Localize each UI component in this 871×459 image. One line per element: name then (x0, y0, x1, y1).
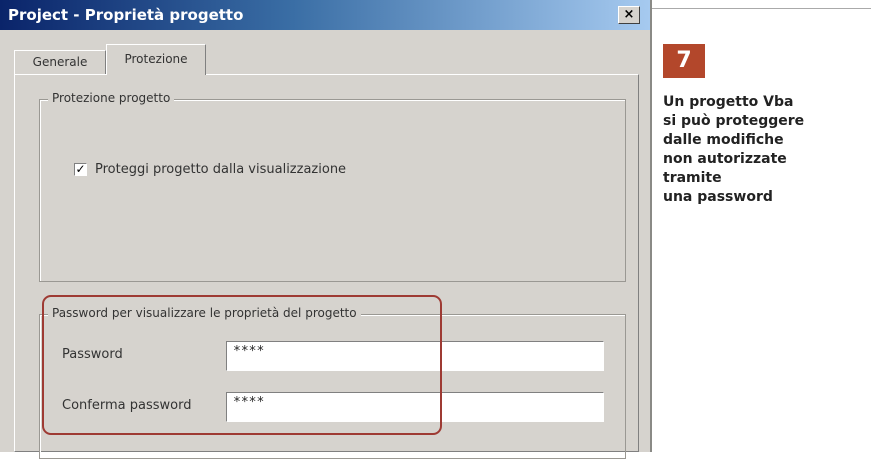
tab-label: Generale (32, 55, 88, 69)
title-bar: Project - Proprietà progetto × (0, 0, 650, 30)
divider (652, 8, 871, 9)
caption-text: Un progetto Vba si può proteggere dalle … (663, 94, 805, 205)
protect-project-checkbox[interactable]: ✓ Proteggi progetto dalla visualizzazion… (74, 162, 346, 177)
checkbox-label: Proteggi progetto dalla visualizzazione (95, 162, 347, 177)
tab-protezione[interactable]: Protezione (106, 44, 206, 75)
tab-panel-protezione: Protezione progetto ✓ Proteggi progetto … (14, 74, 639, 459)
password-field[interactable]: **** (226, 341, 604, 371)
password-label: Password (62, 347, 123, 362)
confirm-password-field[interactable]: **** (226, 392, 604, 422)
confirm-password-label: Conferma password (62, 398, 192, 413)
tab-generale[interactable]: Generale (14, 50, 106, 74)
close-button[interactable]: × (618, 6, 640, 24)
group-password: Password per visualizzare le proprietà d… (39, 306, 626, 459)
group-legend: Protezione progetto (48, 91, 175, 105)
close-icon: × (623, 7, 635, 22)
group-protezione-progetto: Protezione progetto ✓ Proteggi progetto … (39, 91, 626, 282)
group-legend: Password per visualizzare le proprietà d… (48, 306, 361, 320)
tab-label: Protezione (124, 52, 188, 66)
window-title: Project - Proprietà progetto (8, 6, 244, 24)
checkbox-checked-icon[interactable]: ✓ (74, 163, 87, 176)
properties-dialog: Project - Proprietà progetto × Generale … (0, 0, 652, 459)
step-badge: 7 (663, 44, 705, 78)
